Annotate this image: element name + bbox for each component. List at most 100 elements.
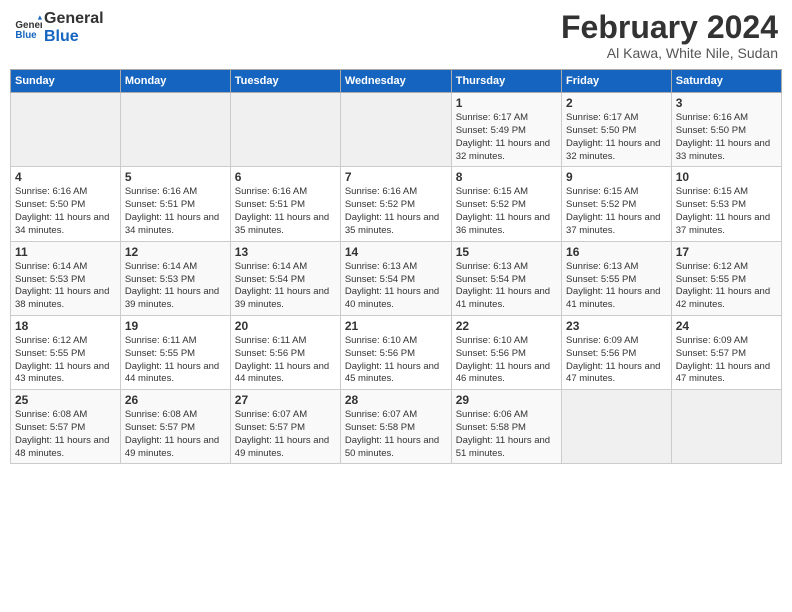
calendar-day-cell: 8 Sunrise: 6:15 AMSunset: 5:52 PMDaylight…: [451, 167, 561, 241]
day-number: 22: [456, 319, 557, 333]
logo-icon: General Blue: [14, 14, 42, 42]
day-info: Sunrise: 6:13 AMSunset: 5:54 PMDaylight:…: [345, 261, 447, 312]
weekday-header: Monday: [120, 70, 230, 93]
calendar-week-row: 25Sunrise: 6:08 AMSunset: 5:57 PMDayligh…: [11, 390, 782, 464]
calendar-day-cell: 2 Sunrise: 6:17 AMSunset: 5:50 PMDaylight…: [562, 93, 672, 167]
day-number: 19: [125, 319, 226, 333]
weekday-header: Friday: [562, 70, 672, 93]
day-number: 4: [15, 170, 116, 184]
day-number: 3: [676, 96, 777, 110]
day-info: Sunrise: 6:09 AMSunset: 5:56 PMDaylight:…: [566, 335, 667, 386]
calendar-week-row: 1 Sunrise: 6:17 AMSunset: 5:49 PMDaylight…: [11, 93, 782, 167]
weekday-header: Thursday: [451, 70, 561, 93]
calendar-day-cell: 22 Sunrise: 6:10 AMSunset: 5:56 PMDayligh…: [451, 315, 561, 389]
day-number: 9: [566, 170, 667, 184]
day-number: 7: [345, 170, 447, 184]
day-info: Sunrise: 6:16 AMSunset: 5:51 PMDaylight:…: [235, 186, 336, 237]
calendar-day-cell: 6 Sunrise: 6:16 AMSunset: 5:51 PMDaylight…: [230, 167, 340, 241]
day-info: Sunrise: 6:17 AMSunset: 5:49 PMDaylight:…: [456, 112, 557, 163]
day-info: Sunrise: 6:06 AMSunset: 5:58 PMDaylight:…: [456, 409, 557, 460]
day-info: Sunrise: 6:08 AMSunset: 5:57 PMDaylight:…: [125, 409, 226, 460]
day-info: Sunrise: 6:10 AMSunset: 5:56 PMDaylight:…: [456, 335, 557, 386]
calendar-day-cell: 18 Sunrise: 6:12 AMSunset: 5:55 PMDayligh…: [11, 315, 121, 389]
logo: General Blue General Blue: [14, 10, 104, 45]
calendar-day-cell: 5 Sunrise: 6:16 AMSunset: 5:51 PMDaylight…: [120, 167, 230, 241]
svg-text:Blue: Blue: [15, 29, 37, 40]
day-number: 27: [235, 393, 336, 407]
day-number: 17: [676, 245, 777, 259]
calendar-header: SundayMondayTuesdayWednesdayThursdayFrid…: [11, 70, 782, 93]
day-info: Sunrise: 6:16 AMSunset: 5:52 PMDaylight:…: [345, 186, 447, 237]
day-info: Sunrise: 6:07 AMSunset: 5:57 PMDaylight:…: [235, 409, 336, 460]
calendar-day-cell: 14Sunrise: 6:13 AMSunset: 5:54 PMDayligh…: [340, 241, 451, 315]
day-number: 26: [125, 393, 226, 407]
calendar-day-cell: [671, 390, 781, 464]
day-number: 21: [345, 319, 447, 333]
day-info: Sunrise: 6:16 AMSunset: 5:50 PMDaylight:…: [676, 112, 777, 163]
day-number: 5: [125, 170, 226, 184]
calendar-day-cell: 29Sunrise: 6:06 AMSunset: 5:58 PMDayligh…: [451, 390, 561, 464]
calendar-day-cell: 25Sunrise: 6:08 AMSunset: 5:57 PMDayligh…: [11, 390, 121, 464]
page-header: General Blue General Blue February 2024 …: [10, 10, 782, 61]
day-info: Sunrise: 6:13 AMSunset: 5:54 PMDaylight:…: [456, 261, 557, 312]
day-number: 12: [125, 245, 226, 259]
day-number: 8: [456, 170, 557, 184]
day-number: 11: [15, 245, 116, 259]
logo-line1: General: [44, 10, 104, 28]
day-info: Sunrise: 6:15 AMSunset: 5:52 PMDaylight:…: [456, 186, 557, 237]
day-info: Sunrise: 6:17 AMSunset: 5:50 PMDaylight:…: [566, 112, 667, 163]
calendar-day-cell: 28 Sunrise: 6:07 AMSunset: 5:58 PMDayligh…: [340, 390, 451, 464]
calendar-day-cell: 11 Sunrise: 6:14 AMSunset: 5:53 PMDayligh…: [11, 241, 121, 315]
day-info: Sunrise: 6:15 AMSunset: 5:52 PMDaylight:…: [566, 186, 667, 237]
calendar-day-cell: 20 Sunrise: 6:11 AMSunset: 5:56 PMDayligh…: [230, 315, 340, 389]
calendar-week-row: 4 Sunrise: 6:16 AMSunset: 5:50 PMDaylight…: [11, 167, 782, 241]
calendar-day-cell: 19Sunrise: 6:11 AMSunset: 5:55 PMDayligh…: [120, 315, 230, 389]
title-block: February 2024 Al Kawa, White Nile, Sudan: [561, 10, 778, 61]
day-number: 20: [235, 319, 336, 333]
day-info: Sunrise: 6:14 AMSunset: 5:53 PMDaylight:…: [125, 261, 226, 312]
day-number: 2: [566, 96, 667, 110]
day-info: Sunrise: 6:14 AMSunset: 5:54 PMDaylight:…: [235, 261, 336, 312]
day-info: Sunrise: 6:07 AMSunset: 5:58 PMDaylight:…: [345, 409, 447, 460]
calendar-day-cell: [340, 93, 451, 167]
calendar-day-cell: 26 Sunrise: 6:08 AMSunset: 5:57 PMDayligh…: [120, 390, 230, 464]
calendar-day-cell: 10Sunrise: 6:15 AMSunset: 5:53 PMDayligh…: [671, 167, 781, 241]
weekday-header: Tuesday: [230, 70, 340, 93]
calendar-day-cell: 13 Sunrise: 6:14 AMSunset: 5:54 PMDayligh…: [230, 241, 340, 315]
weekday-header: Wednesday: [340, 70, 451, 93]
calendar-day-cell: 21 Sunrise: 6:10 AMSunset: 5:56 PMDayligh…: [340, 315, 451, 389]
day-number: 23: [566, 319, 667, 333]
calendar-day-cell: 23 Sunrise: 6:09 AMSunset: 5:56 PMDayligh…: [562, 315, 672, 389]
calendar-day-cell: 17Sunrise: 6:12 AMSunset: 5:55 PMDayligh…: [671, 241, 781, 315]
location-title: Al Kawa, White Nile, Sudan: [561, 45, 778, 61]
day-number: 6: [235, 170, 336, 184]
calendar-week-row: 18 Sunrise: 6:12 AMSunset: 5:55 PMDayligh…: [11, 315, 782, 389]
calendar-day-cell: 24Sunrise: 6:09 AMSunset: 5:57 PMDayligh…: [671, 315, 781, 389]
calendar-day-cell: 3 Sunrise: 6:16 AMSunset: 5:50 PMDaylight…: [671, 93, 781, 167]
calendar-day-cell: [120, 93, 230, 167]
day-info: Sunrise: 6:13 AMSunset: 5:55 PMDaylight:…: [566, 261, 667, 312]
calendar-day-cell: 4 Sunrise: 6:16 AMSunset: 5:50 PMDaylight…: [11, 167, 121, 241]
weekday-header: Saturday: [671, 70, 781, 93]
calendar-day-cell: [562, 390, 672, 464]
calendar-day-cell: 1 Sunrise: 6:17 AMSunset: 5:49 PMDaylight…: [451, 93, 561, 167]
day-number: 10: [676, 170, 777, 184]
calendar-day-cell: 12 Sunrise: 6:14 AMSunset: 5:53 PMDayligh…: [120, 241, 230, 315]
day-info: Sunrise: 6:16 AMSunset: 5:51 PMDaylight:…: [125, 186, 226, 237]
day-info: Sunrise: 6:11 AMSunset: 5:56 PMDaylight:…: [235, 335, 336, 386]
day-number: 28: [345, 393, 447, 407]
day-info: Sunrise: 6:12 AMSunset: 5:55 PMDaylight:…: [15, 335, 116, 386]
calendar-day-cell: 15Sunrise: 6:13 AMSunset: 5:54 PMDayligh…: [451, 241, 561, 315]
calendar-day-cell: [11, 93, 121, 167]
day-info: Sunrise: 6:10 AMSunset: 5:56 PMDaylight:…: [345, 335, 447, 386]
day-info: Sunrise: 6:16 AMSunset: 5:50 PMDaylight:…: [15, 186, 116, 237]
day-number: 18: [15, 319, 116, 333]
calendar-day-cell: 7 Sunrise: 6:16 AMSunset: 5:52 PMDaylight…: [340, 167, 451, 241]
day-number: 13: [235, 245, 336, 259]
weekday-row: SundayMondayTuesdayWednesdayThursdayFrid…: [11, 70, 782, 93]
calendar-week-row: 11 Sunrise: 6:14 AMSunset: 5:53 PMDayligh…: [11, 241, 782, 315]
day-number: 1: [456, 96, 557, 110]
calendar-body: 1 Sunrise: 6:17 AMSunset: 5:49 PMDaylight…: [11, 93, 782, 464]
day-info: Sunrise: 6:14 AMSunset: 5:53 PMDaylight:…: [15, 261, 116, 312]
logo-line2: Blue: [44, 28, 104, 46]
